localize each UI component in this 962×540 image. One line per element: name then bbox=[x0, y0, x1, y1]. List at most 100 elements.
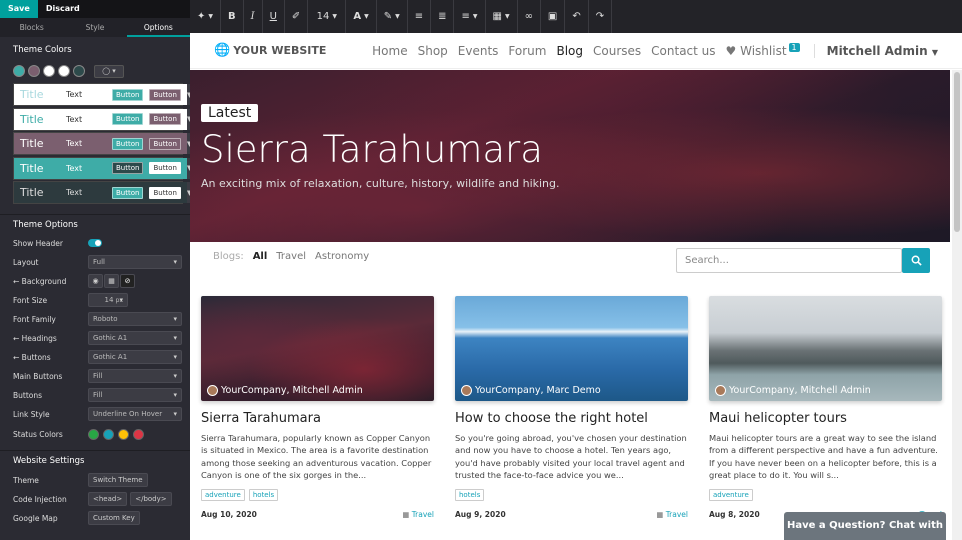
italic-icon[interactable]: I bbox=[244, 0, 263, 33]
menu-events[interactable]: Events bbox=[458, 44, 499, 58]
color-palette-2[interactable]: Title Text Button Button ▼ bbox=[13, 107, 190, 131]
redo-icon[interactable]: ↷ bbox=[589, 0, 613, 33]
palette-text: Text bbox=[66, 188, 83, 198]
headings-select[interactable]: Gothic A1 bbox=[88, 331, 182, 345]
show-header-toggle[interactable] bbox=[88, 239, 102, 247]
menu-blog[interactable]: Blog bbox=[556, 44, 583, 58]
author-name: YourCompany, Mitchell Admin bbox=[221, 385, 363, 396]
filter-all[interactable]: All bbox=[253, 251, 268, 262]
magic-wand-icon[interactable]: ✦ ▼ bbox=[190, 0, 222, 33]
buttons-select[interactable]: Fill bbox=[88, 388, 182, 402]
color-swatch-3[interactable] bbox=[43, 65, 55, 77]
live-chat-button[interactable]: Have a Question? Chat with us. bbox=[784, 512, 946, 540]
head-code-button[interactable]: <head> bbox=[88, 492, 128, 506]
status-color-1[interactable] bbox=[88, 428, 99, 440]
table-icon[interactable]: ▦ ▼ bbox=[486, 0, 518, 33]
post-date: Aug 9, 2020 bbox=[455, 509, 506, 519]
color-palette-1[interactable]: Title Text Button Button ▼ bbox=[13, 83, 190, 106]
tag-badge[interactable]: hotels bbox=[455, 488, 485, 501]
tab-style[interactable]: Style bbox=[63, 18, 126, 37]
blog-hero-banner[interactable]: Latest Sierra Tarahumara An exciting mix… bbox=[190, 70, 950, 242]
tab-options[interactable]: Options bbox=[126, 18, 190, 37]
blogs-label: Blogs: bbox=[213, 251, 244, 262]
none-icon[interactable]: ⊘ bbox=[120, 274, 135, 288]
wishlist-link[interactable]: ♥ Wishlist 1 bbox=[726, 42, 800, 58]
filter-astronomy[interactable]: Astronomy bbox=[315, 251, 369, 262]
media-icon[interactable]: ▣ bbox=[541, 0, 566, 33]
color-swatch-2[interactable] bbox=[28, 65, 40, 77]
font-size-dropdown[interactable]: 14 ▼ bbox=[308, 0, 347, 33]
menu-home[interactable]: Home bbox=[372, 44, 407, 58]
buttons-font-select[interactable]: Gothic A1 bbox=[88, 350, 182, 364]
menu-forum[interactable]: Forum bbox=[508, 44, 546, 58]
font-family-select[interactable]: Roboto bbox=[88, 312, 182, 326]
color-palette-3[interactable]: Title Text Button Button ▼ bbox=[13, 132, 190, 156]
link-style-select[interactable]: Underline On Hover bbox=[88, 407, 182, 421]
tag-badge[interactable]: hotels bbox=[248, 488, 279, 501]
blog-post-title[interactable]: Maui helicopter tours bbox=[709, 411, 942, 426]
paint-brush-icon[interactable]: ✎ ▼ bbox=[377, 0, 408, 33]
discard-button[interactable]: Discard bbox=[38, 0, 88, 18]
menu-courses[interactable]: Courses bbox=[593, 44, 641, 58]
blog-post-card[interactable]: YourCompany, Mitchell Admin Sierra Tarah… bbox=[201, 296, 434, 519]
switch-theme-button[interactable]: Switch Theme bbox=[88, 473, 148, 487]
blog-post-card[interactable]: YourCompany, Mitchell Admin Maui helicop… bbox=[709, 296, 942, 519]
underline-icon[interactable]: U bbox=[263, 0, 285, 33]
color-palette-4[interactable]: Title Text Button Button ▼ bbox=[13, 156, 190, 180]
ordered-list-icon[interactable]: ≣ bbox=[431, 0, 455, 33]
bold-icon[interactable]: B bbox=[221, 0, 244, 33]
undo-icon[interactable]: ↶ bbox=[565, 0, 589, 33]
color-swatch-5[interactable] bbox=[73, 65, 85, 77]
save-button[interactable]: Save bbox=[0, 0, 38, 18]
user-menu[interactable]: Mitchell Admin ▼ bbox=[813, 43, 938, 58]
wishlist-label: Wishlist bbox=[740, 43, 787, 58]
palette-button-secondary: Button bbox=[149, 137, 181, 150]
status-color-4[interactable] bbox=[133, 428, 144, 440]
menu-shop[interactable]: Shop bbox=[418, 44, 448, 58]
color-swatch-4[interactable] bbox=[58, 65, 70, 77]
blog-post-cover[interactable]: YourCompany, Marc Demo bbox=[455, 296, 688, 401]
main-buttons-select[interactable]: Fill bbox=[88, 369, 182, 383]
post-category[interactable]: ■ Travel bbox=[656, 510, 688, 519]
site-logo[interactable]: 🌐 YOUR WEBSITE bbox=[214, 43, 326, 58]
font-color-icon[interactable]: A ▼ bbox=[346, 0, 377, 33]
status-color-2[interactable] bbox=[103, 428, 114, 440]
body-code-button[interactable]: </body> bbox=[130, 492, 172, 506]
blog-post-excerpt: Maui helicopter tours are a great way to… bbox=[709, 433, 938, 481]
blog-filters: Blogs: All Travel Astronomy bbox=[213, 251, 369, 262]
scrollbar-thumb[interactable] bbox=[954, 72, 960, 232]
status-color-3[interactable] bbox=[118, 428, 129, 440]
color-swatch-1[interactable] bbox=[13, 65, 25, 77]
website-preview: 🌐 YOUR WEBSITE Home Shop Events Forum Bl… bbox=[190, 33, 962, 540]
font-family-label: Font Family bbox=[13, 314, 56, 324]
unordered-list-icon[interactable]: ≡ bbox=[408, 0, 432, 33]
tag-badge[interactable]: adventure bbox=[201, 488, 245, 501]
menu-contact[interactable]: Contact us bbox=[651, 44, 715, 58]
link-icon[interactable]: ∞ bbox=[518, 0, 541, 33]
show-header-label: Show Header bbox=[13, 238, 63, 248]
color-palette-5[interactable]: Title Text Button Button ▼ bbox=[13, 181, 190, 205]
camera-icon[interactable]: ◉ bbox=[88, 274, 103, 288]
user-name: Mitchell Admin bbox=[826, 43, 928, 58]
blog-post-card[interactable]: YourCompany, Marc Demo How to choose the… bbox=[455, 296, 688, 519]
blog-post-title[interactable]: Sierra Tarahumara bbox=[201, 411, 434, 426]
blog-post-cover[interactable]: YourCompany, Mitchell Admin bbox=[201, 296, 434, 401]
blog-post-cover[interactable]: YourCompany, Mitchell Admin bbox=[709, 296, 942, 401]
align-icon[interactable]: ≡ ▼ bbox=[454, 0, 486, 33]
buttons-label: Buttons bbox=[13, 390, 43, 400]
wishlist-count-badge: 1 bbox=[788, 42, 800, 52]
tag-badge[interactable]: adventure bbox=[709, 488, 753, 501]
blog-post-title[interactable]: How to choose the right hotel bbox=[455, 411, 688, 426]
layout-select[interactable]: Full bbox=[88, 255, 182, 269]
eraser-icon[interactable]: ✐ bbox=[285, 0, 309, 33]
page-scrollbar[interactable] bbox=[952, 70, 962, 540]
post-category[interactable]: ■ Travel bbox=[402, 510, 434, 519]
pattern-icon[interactable]: ▦ bbox=[104, 274, 119, 288]
tab-blocks[interactable]: Blocks bbox=[0, 18, 63, 37]
font-size-input[interactable]: 14 px bbox=[88, 293, 128, 307]
blog-search-input[interactable]: Search... bbox=[676, 248, 902, 273]
custom-key-button[interactable]: Custom Key bbox=[88, 511, 140, 525]
search-button[interactable] bbox=[902, 248, 930, 273]
filter-travel[interactable]: Travel bbox=[276, 251, 306, 262]
color-picker-dropdown[interactable]: ◯ ▾ bbox=[94, 64, 124, 78]
